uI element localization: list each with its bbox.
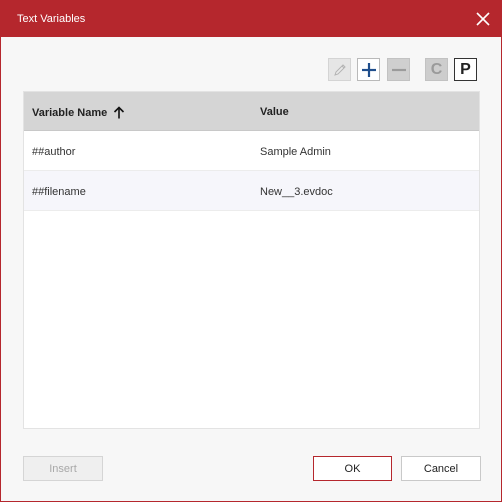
variable-name-cell: ##filename	[32, 186, 86, 198]
toolbar: C P	[1, 58, 501, 82]
c-button[interactable]: C	[425, 58, 448, 81]
edit-button[interactable]	[328, 58, 351, 81]
sort-ascending-icon	[113, 106, 125, 119]
insert-button-label: Insert	[49, 462, 77, 475]
variables-table: Variable Name Value ##author Sample Admi…	[23, 91, 480, 429]
minus-icon	[391, 68, 406, 71]
pencil-icon	[333, 63, 346, 76]
close-icon	[476, 12, 490, 26]
close-button[interactable]	[471, 7, 495, 31]
table-row[interactable]: ##author Sample Admin	[24, 131, 479, 171]
variable-name-cell: ##author	[32, 146, 76, 158]
remove-button[interactable]	[387, 58, 410, 81]
p-button[interactable]: P	[454, 58, 477, 81]
insert-button[interactable]: Insert	[23, 456, 103, 481]
column-header-variable-name[interactable]: Variable Name	[32, 106, 125, 119]
cancel-button-label: Cancel	[423, 462, 459, 475]
table-header: Variable Name Value	[24, 92, 479, 131]
cancel-button[interactable]: Cancel	[401, 456, 481, 481]
add-button[interactable]	[357, 58, 380, 81]
title-bar: Text Variables	[1, 1, 501, 37]
dialog-title: Text Variables	[17, 13, 86, 25]
c-button-label: C	[430, 60, 443, 78]
column-header-value-label: Value	[260, 106, 289, 118]
ok-button-label: OK	[344, 462, 361, 475]
variable-value-cell: New__3.evdoc	[260, 186, 333, 198]
text-variables-dialog: Text Variables C P Variable Name Value #…	[0, 0, 502, 502]
variable-value-cell: Sample Admin	[260, 146, 331, 158]
table-row[interactable]: ##filename New__3.evdoc	[24, 171, 479, 211]
column-header-value[interactable]: Value	[260, 106, 289, 118]
column-header-variable-name-label: Variable Name	[32, 106, 108, 119]
p-button-label: P	[460, 60, 471, 78]
plus-icon	[361, 62, 376, 77]
ok-button[interactable]: OK	[313, 456, 392, 481]
